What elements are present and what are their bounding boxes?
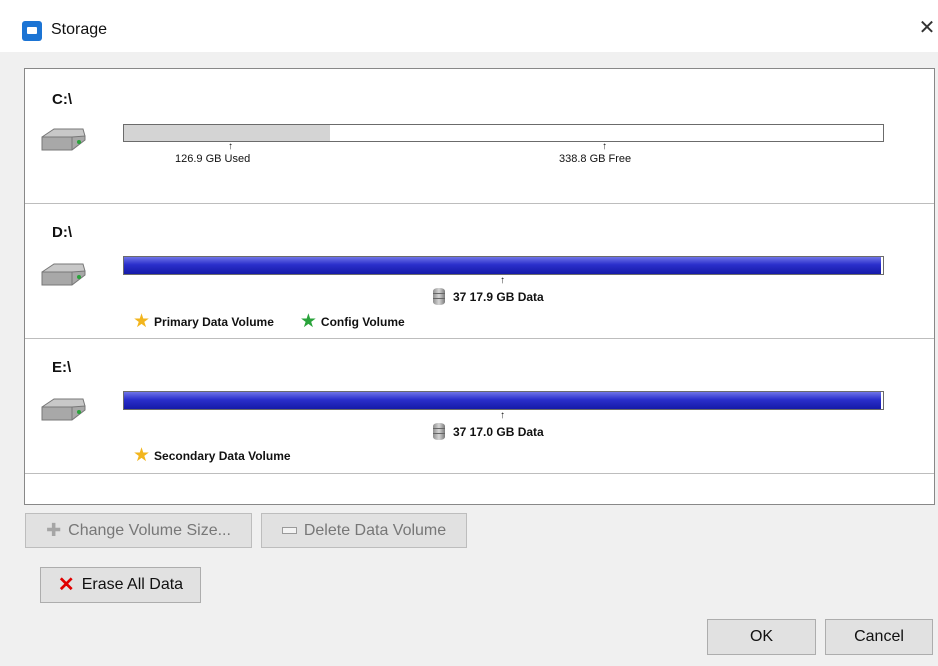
drive-label: E:\: [52, 359, 72, 376]
database-icon: [433, 423, 445, 440]
drive-label: C:\: [52, 91, 72, 108]
star-icon: ★: [133, 311, 151, 332]
hard-drive-icon: [41, 128, 86, 151]
hard-drive-icon: [41, 263, 86, 286]
usage-bar: [123, 124, 884, 142]
data-caption: ↑ 37 17.0 GB Data: [433, 411, 544, 440]
hard-drive-icon: [41, 398, 86, 421]
database-icon: [433, 288, 445, 305]
data-portion: [124, 392, 881, 409]
ok-button[interactable]: OK: [707, 619, 816, 655]
plus-icon: ✚: [46, 520, 62, 540]
window-title: Storage: [51, 21, 108, 38]
data-caption: ↑ 37 17.9 GB Data: [433, 276, 544, 305]
close-icon[interactable]: ✕: [916, 14, 938, 42]
volume-list: C:\ ↑ 126.9 GB Used ↑ 338.8 GB Free D:\: [24, 68, 935, 505]
red-x-icon: ✕: [57, 574, 75, 596]
erase-all-data-button[interactable]: ✕ Erase All Data: [40, 567, 201, 603]
storage-app-icon: [22, 21, 42, 41]
data-portion: [124, 257, 881, 274]
cancel-button[interactable]: Cancel: [825, 619, 933, 655]
primary-data-volume-tag: ★ Primary Data Volume: [133, 311, 274, 332]
change-volume-size-button[interactable]: ✚ Change Volume Size...: [25, 513, 252, 548]
up-arrow-icon: ↑: [500, 410, 505, 421]
used-caption: ↑ 126.9 GB Used: [175, 141, 251, 166]
volume-d[interactable]: D:\ ↑ 37 17.9 GB Data ★ Primary Data Vol…: [25, 204, 934, 339]
up-arrow-icon: ↑: [602, 141, 607, 152]
volume-tags: ★ Secondary Data Volume: [133, 445, 291, 466]
volume-tags: ★ Primary Data Volume ★ Config Volume: [133, 311, 405, 332]
up-arrow-icon: ↑: [228, 141, 233, 152]
free-caption: ↑ 338.8 GB Free: [559, 141, 632, 166]
data-bar: [123, 391, 884, 410]
up-arrow-icon: ↑: [500, 275, 505, 286]
minus-icon: [281, 527, 297, 534]
star-icon: ★: [133, 445, 151, 466]
data-bar: [123, 256, 884, 275]
config-volume-tag: ★ Config Volume: [299, 311, 405, 332]
title-bar: Storage ✕: [0, 0, 938, 52]
volume-e[interactable]: E:\ ↑ 37 17.0 GB Data ★ Secondary Data V…: [25, 339, 934, 474]
star-icon: ★: [299, 311, 317, 332]
delete-data-volume-button[interactable]: Delete Data Volume: [261, 513, 467, 548]
drive-label: D:\: [52, 224, 72, 241]
volume-c[interactable]: C:\ ↑ 126.9 GB Used ↑ 338.8 GB Free: [25, 69, 934, 204]
secondary-data-volume-tag: ★ Secondary Data Volume: [133, 445, 291, 466]
used-portion: [124, 125, 331, 141]
